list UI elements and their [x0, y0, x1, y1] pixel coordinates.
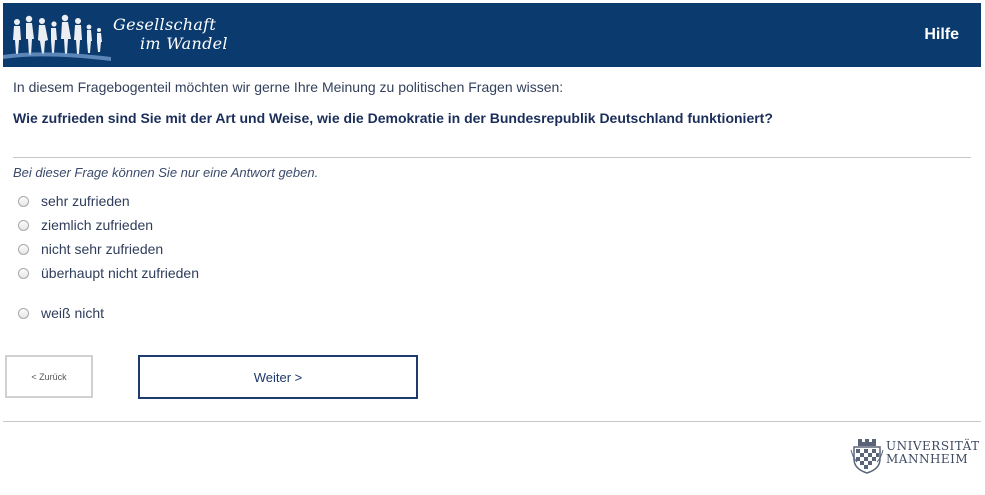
university-crest-icon — [850, 439, 884, 474]
gesellschaft-im-wandel-logo[interactable]: Gesellschaft im Wandel — [3, 3, 243, 67]
answer-hint: Bei dieser Frage können Sie nur eine Ant… — [13, 165, 319, 180]
intro-text: In diesem Fragebogenteil möchten wir ger… — [13, 79, 564, 95]
option-label: nicht sehr zufrieden — [41, 241, 164, 257]
people-silhouettes-icon — [3, 14, 111, 61]
footer-divider — [3, 421, 981, 422]
question-text: Wie zufrieden sind Sie mit der Art und W… — [13, 110, 773, 126]
option-weiss-nicht[interactable]: weiß nicht — [17, 302, 104, 324]
site-header: Gesellschaft im Wandel Hilfe — [3, 3, 981, 67]
university-line-2: MANNHEIM — [886, 452, 969, 466]
radio-button[interactable] — [18, 307, 29, 319]
radio-button[interactable] — [18, 267, 29, 279]
option-label: ziemlich zufrieden — [41, 217, 154, 233]
option-nicht-sehr-zufrieden[interactable]: nicht sehr zufrieden — [17, 238, 163, 260]
logo-line-2: im Wandel — [140, 34, 228, 53]
logo-line-1: Gesellschaft — [113, 15, 217, 34]
help-link[interactable]: Hilfe — [924, 26, 959, 44]
option-ueberhaupt-nicht-zufrieden[interactable]: überhaupt nicht zufrieden — [17, 262, 199, 284]
option-label: überhaupt nicht zufrieden — [41, 265, 199, 281]
radio-button[interactable] — [18, 219, 29, 231]
logo-wordmark: Gesellschaft im Wandel — [113, 15, 228, 53]
university-wordmark: UNIVERSITÄT MANNHEIM — [886, 440, 980, 466]
back-button[interactable]: < Zurück — [5, 355, 93, 398]
divider — [13, 157, 971, 158]
radio-button[interactable] — [18, 195, 29, 207]
next-button[interactable]: Weiter > — [138, 355, 418, 399]
university-mannheim-logo[interactable]: UNIVERSITÄT MANNHEIM — [850, 436, 983, 474]
radio-button[interactable] — [18, 243, 29, 255]
option-sehr-zufrieden[interactable]: sehr zufrieden — [17, 190, 130, 212]
option-label: sehr zufrieden — [41, 193, 130, 209]
option-ziemlich-zufrieden[interactable]: ziemlich zufrieden — [17, 214, 153, 236]
option-label: weiß nicht — [41, 305, 105, 321]
